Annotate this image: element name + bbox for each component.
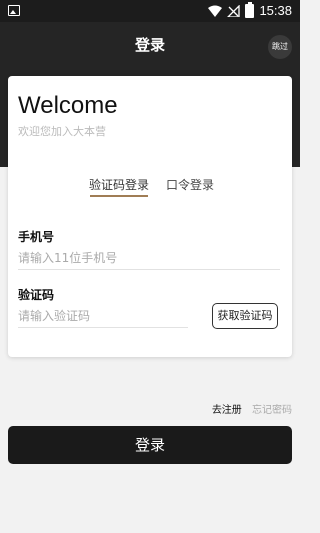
phone-input[interactable]	[18, 247, 280, 270]
forgot-password-link[interactable]: 忘记密码	[252, 405, 292, 416]
wifi-icon	[208, 5, 223, 17]
code-label: 验证码	[18, 288, 55, 302]
status-bar: 15:38	[0, 0, 300, 22]
login-card: Welcome 欢迎您加入大本营 验证码登录 口令登录 手机号 验证码 获取验证…	[8, 76, 292, 357]
gallery-notification-icon	[8, 5, 20, 16]
auth-links: 去注册 忘记密码	[212, 401, 292, 416]
tab-password-login[interactable]: 口令登录	[166, 176, 214, 193]
status-time: 15:38	[259, 3, 292, 18]
battery-icon	[245, 1, 255, 18]
get-code-button[interactable]: 获取验证码	[212, 303, 278, 329]
login-button[interactable]: 登录	[8, 426, 292, 464]
code-input[interactable]	[18, 305, 188, 328]
welcome-subtitle: 欢迎您加入大本营	[18, 125, 106, 138]
skip-button[interactable]: 跳过	[268, 35, 292, 59]
welcome-heading: Welcome	[18, 92, 118, 119]
no-signal-icon	[227, 4, 241, 17]
login-tabs: 验证码登录 口令登录	[8, 176, 292, 202]
phone-label: 手机号	[18, 230, 55, 244]
register-link[interactable]: 去注册	[212, 405, 242, 416]
tab-sms-login[interactable]: 验证码登录	[89, 176, 149, 193]
active-tab-indicator	[90, 195, 148, 197]
status-icons: 15:38	[208, 1, 292, 18]
page-title: 登录	[134, 36, 165, 54]
